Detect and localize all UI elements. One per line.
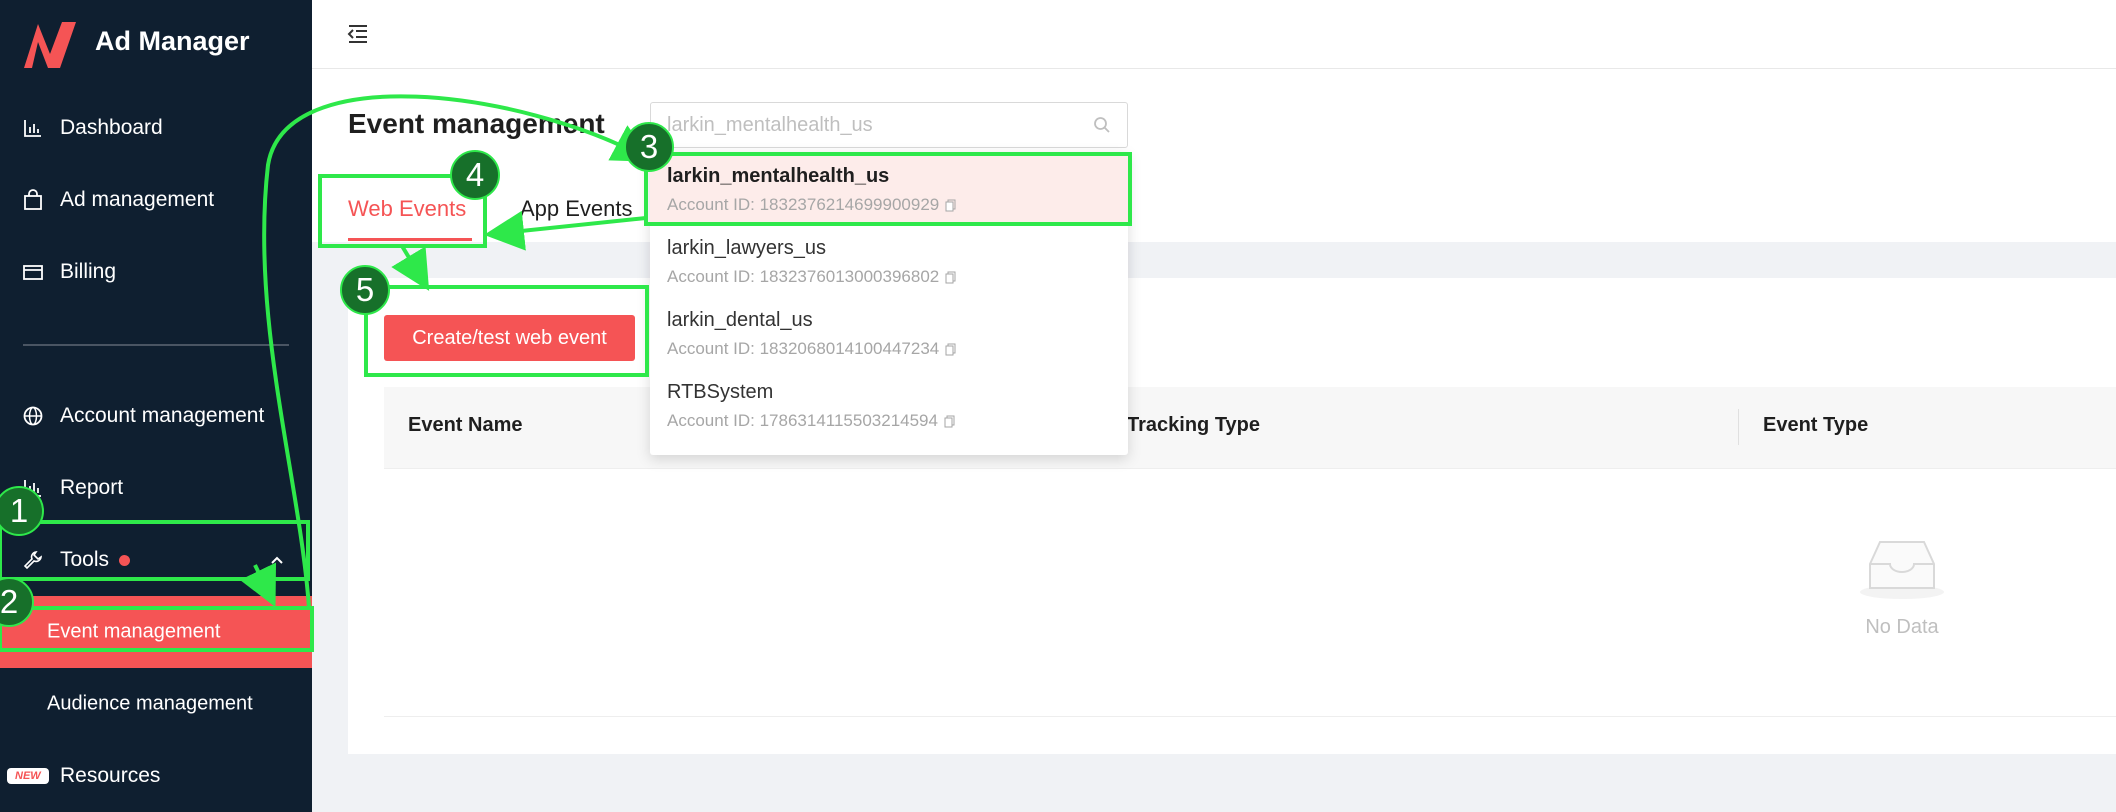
- ad-manager-logo: [24, 22, 76, 68]
- globe-icon: [23, 406, 43, 426]
- option-account-id: Account ID: 1832376214699900929: [667, 195, 956, 215]
- dropdown-option[interactable]: larkin_dental_us Account ID: 18320680141…: [650, 298, 1128, 370]
- account-search-input[interactable]: larkin_mentalhealth_us: [650, 102, 1128, 148]
- active-tab-indicator: [348, 238, 472, 241]
- create-test-web-event-button[interactable]: Create/test web event: [384, 315, 635, 361]
- search-value: larkin_mentalhealth_us: [667, 114, 873, 136]
- sidebar-item-ad-management[interactable]: Ad management: [0, 164, 312, 236]
- empty-inbox-icon: [1860, 541, 1944, 599]
- search-icon: [1094, 117, 1110, 133]
- sidebar-item-report[interactable]: Report: [0, 452, 312, 524]
- column-header-tracking-type: Tracking Type: [1127, 414, 1261, 436]
- option-account-id: Account ID: 1786314115503214594: [667, 411, 955, 431]
- option-account-id: Account ID: 1832376013000396802: [667, 267, 956, 287]
- dropdown-option[interactable]: larkin_mentalhealth_us Account ID: 18323…: [650, 154, 1128, 226]
- bar-chart-icon: [24, 120, 41, 137]
- sidebar-item-label: Billing: [60, 260, 117, 283]
- wrench-icon: [23, 551, 42, 570]
- sidebar-item-label: Resources: [60, 764, 161, 787]
- sidebar-subitem-label: Event management: [47, 620, 221, 643]
- sidebar: Ad Manager Dashboard Ad management Billi…: [0, 0, 312, 812]
- notification-dot: [119, 554, 131, 566]
- column-header-event-name: Event Name: [408, 414, 523, 436]
- sidebar-item-label: Dashboard: [60, 116, 163, 139]
- copy-icon[interactable]: [945, 271, 956, 284]
- step-badge-4: 4: [450, 150, 500, 200]
- tab-app-events[interactable]: App Events: [520, 196, 633, 222]
- card-icon: [23, 265, 43, 280]
- table-header: Event Name Tracking Type Event Type: [384, 387, 2116, 469]
- bag-icon: [24, 189, 42, 210]
- sidebar-item-account-management[interactable]: Account management: [0, 380, 312, 452]
- option-name: larkin_dental_us: [667, 309, 813, 331]
- new-badge: NEW: [7, 768, 49, 784]
- sidebar-item-event-management[interactable]: Event management: [0, 596, 312, 668]
- sidebar-item-label: Report: [60, 476, 124, 499]
- step-badge-3: 3: [624, 122, 674, 172]
- menu-collapse-icon[interactable]: [347, 24, 369, 44]
- column-separator: [1738, 409, 1739, 445]
- sidebar-item-audience-management[interactable]: Audience management: [0, 668, 312, 740]
- top-bar: [312, 0, 2116, 69]
- sidebar-item-label: Ad management: [60, 188, 215, 211]
- dropdown-option[interactable]: larkin_lawyers_us Account ID: 1832376013…: [650, 226, 1128, 298]
- copy-icon[interactable]: [945, 199, 956, 212]
- sidebar-divider: [23, 344, 289, 346]
- page-title: Event management: [348, 108, 605, 139]
- sidebar-subitem-label: Audience management: [47, 692, 253, 715]
- option-account-id: Account ID: 1832068014100447234: [667, 339, 956, 359]
- copy-icon[interactable]: [945, 343, 956, 356]
- column-header-event-type: Event Type: [1763, 414, 1869, 436]
- option-name: larkin_mentalhealth_us: [667, 165, 890, 187]
- option-name: RTBSystem: [667, 381, 774, 403]
- sidebar-item-label: Tools: [60, 548, 131, 572]
- chevron-up-icon: [271, 556, 283, 564]
- account-dropdown: larkin_mentalhealth_us Account ID: 18323…: [650, 152, 1128, 455]
- sidebar-item-dashboard[interactable]: Dashboard: [0, 92, 312, 164]
- sidebar-item-billing[interactable]: Billing: [0, 236, 312, 308]
- sidebar-item-label: Account management: [60, 404, 265, 427]
- sidebar-item-resources[interactable]: NEW Resources: [0, 740, 312, 812]
- empty-state-text: No Data: [1865, 616, 1939, 638]
- table-bottom-border: [384, 716, 2116, 717]
- dropdown-option[interactable]: RTBSystem Account ID: 178631411550321459…: [650, 370, 1128, 442]
- step-badge-5: 5: [340, 265, 390, 315]
- sidebar-item-tools[interactable]: Tools: [0, 524, 312, 596]
- tab-web-events[interactable]: Web Events: [348, 196, 466, 222]
- option-name: larkin_lawyers_us: [667, 237, 826, 259]
- app-title: Ad Manager: [95, 26, 250, 56]
- copy-icon[interactable]: [944, 415, 955, 428]
